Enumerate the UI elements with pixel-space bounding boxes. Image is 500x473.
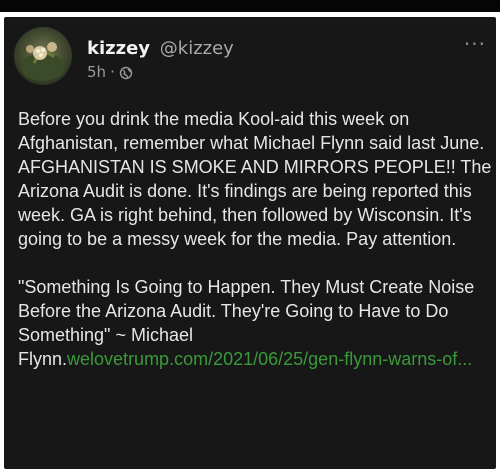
display-name[interactable]: kizzey [87, 38, 150, 59]
name-row: kizzey @kizzey [87, 38, 234, 60]
user-block: kizzey @kizzey 5h · [87, 38, 234, 82]
avatar[interactable] [14, 27, 72, 85]
post-paragraph-1: Before you drink the media Kool-aid this… [18, 109, 492, 249]
post-time[interactable]: 5h [87, 62, 106, 82]
top-edge-bar [0, 0, 500, 12]
post-link[interactable]: welovetrump.com/2021/06/25/gen-flynn-war… [67, 349, 472, 369]
post-body: Before you drink the media Kool-aid this… [18, 107, 492, 371]
post-meta: 5h · [87, 62, 234, 82]
post-paragraph-2: "Something Is Going to Happen. They Must… [18, 275, 492, 371]
post-card: kizzey @kizzey 5h · ··· Before you drink… [4, 17, 496, 469]
user-handle[interactable]: @kizzey [160, 38, 234, 59]
meta-separator: · [110, 63, 115, 81]
globe-icon [119, 65, 133, 80]
more-horizontal-icon[interactable]: ··· [464, 34, 486, 54]
